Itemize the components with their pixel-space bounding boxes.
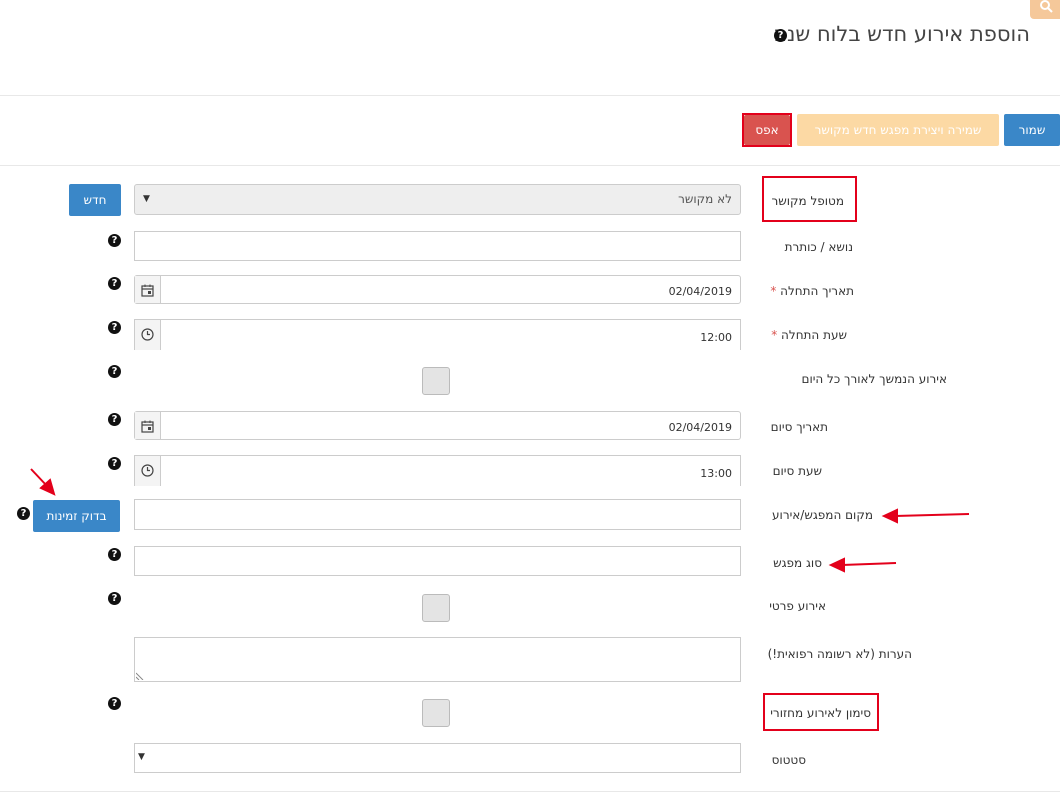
annotation-arrow — [30, 468, 56, 496]
annotation-arrow — [828, 557, 897, 573]
annotation-arrows — [30, 468, 970, 573]
annotation-arrow — [881, 508, 970, 524]
